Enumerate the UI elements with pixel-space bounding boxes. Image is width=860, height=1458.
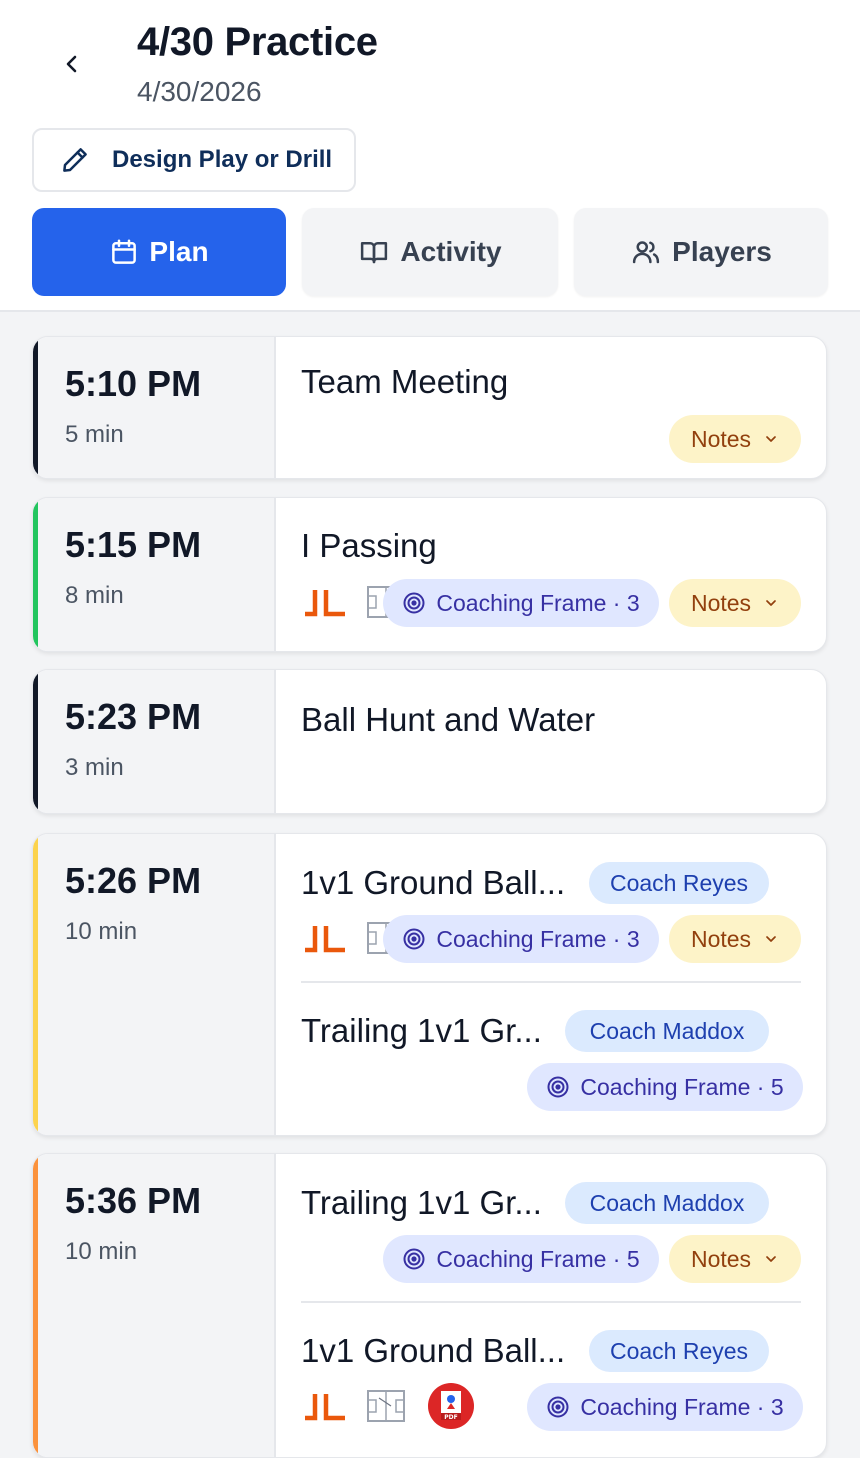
playbook-diagram-icon[interactable] <box>367 1390 405 1422</box>
activity-divider <box>301 981 801 983</box>
notes-label: Notes <box>690 425 752 452</box>
activity-title[interactable]: Team Meeting <box>301 363 508 401</box>
block-duration: 8 min <box>65 582 124 609</box>
chevron-left-icon <box>66 55 77 73</box>
coaching-frame-badge[interactable]: Coaching Frame · 5 <box>527 1063 803 1111</box>
block-time-column: 5:10 PM 5 min <box>38 337 276 478</box>
target-icon <box>547 1076 569 1098</box>
coaching-frame-badge[interactable]: Coaching Frame · 5 <box>383 1235 659 1283</box>
target-icon <box>403 928 425 950</box>
block-duration: 10 min <box>65 1238 138 1265</box>
block-start-time: 5:23 PM <box>65 696 202 737</box>
coach-badge[interactable]: Coach Maddox <box>565 1182 769 1224</box>
notes-toggle[interactable]: Notes <box>669 915 801 963</box>
schedule-block[interactable]: 5:15 PM 8 min I Passing Coaching Frame ·… <box>32 497 827 652</box>
block-start-time: 5:15 PM <box>65 524 202 565</box>
block-time-column: 5:15 PM 8 min <box>38 498 276 651</box>
page-title: 4/30 Practice <box>137 20 378 64</box>
tab-plan[interactable]: Plan <box>32 208 286 296</box>
target-icon <box>403 592 425 614</box>
block-time-column: 5:23 PM 3 min <box>38 670 276 813</box>
block-activities: 1v1 Ground Ball... Coach Reyes Coaching … <box>276 834 826 1135</box>
drill-logo-icon[interactable] <box>303 1392 347 1422</box>
block-duration: 3 min <box>65 754 124 781</box>
tab-plan-label: Plan <box>149 236 209 267</box>
svg-text:PDF: PDF <box>444 1414 457 1421</box>
coach-badge[interactable]: Coach Maddox <box>565 1010 769 1052</box>
design-play-button[interactable]: Design Play or Drill <box>32 128 356 192</box>
block-start-time: 5:10 PM <box>65 363 202 404</box>
coaching-frame-label: Coaching Frame · 5 <box>436 1245 640 1272</box>
chevron-down-icon <box>763 931 779 947</box>
coaching-frame-badge[interactable]: Coaching Frame · 3 <box>383 915 659 963</box>
chevron-down-icon <box>763 595 779 611</box>
activity-title[interactable]: Trailing 1v1 Gr... <box>301 1012 542 1050</box>
activity-title[interactable]: I Passing <box>301 527 437 565</box>
notes-label: Notes <box>690 1245 752 1272</box>
tab-activity[interactable]: Activity <box>302 208 558 296</box>
notes-toggle[interactable]: Notes <box>669 1235 801 1283</box>
activity-title[interactable]: 1v1 Ground Ball... <box>301 1332 565 1370</box>
schedule-block[interactable]: 5:23 PM 3 min Ball Hunt and Water <box>32 669 827 814</box>
pencil-icon <box>63 148 87 172</box>
coaching-frame-badge[interactable]: Coaching Frame · 3 <box>527 1383 803 1431</box>
page-date: 4/30/2026 <box>137 76 262 107</box>
activity-divider <box>301 1301 801 1303</box>
target-icon <box>403 1248 425 1270</box>
coaching-frame-label: Coaching Frame · 3 <box>580 1393 784 1420</box>
block-duration: 10 min <box>65 918 138 945</box>
chevron-down-icon <box>763 431 779 447</box>
coach-badge[interactable]: Coach Reyes <box>589 862 769 904</box>
book-icon <box>361 242 388 264</box>
block-activities: Team Meeting Notes <box>276 337 826 478</box>
activity-title[interactable]: Trailing 1v1 Gr... <box>301 1184 542 1222</box>
block-time-column: 5:36 PM 10 min <box>38 1154 276 1457</box>
coaching-frame-label: Coaching Frame · 3 <box>436 589 640 616</box>
notes-toggle[interactable]: Notes <box>669 579 801 627</box>
drill-logo-icon[interactable] <box>303 924 347 954</box>
block-activities: Trailing 1v1 Gr... Coach Maddox Coaching… <box>276 1154 826 1457</box>
coach-badge[interactable]: Coach Reyes <box>589 1330 769 1372</box>
block-time-column: 5:26 PM 10 min <box>38 834 276 1135</box>
schedule-block[interactable]: 5:10 PM 5 min Team Meeting Notes <box>32 336 827 479</box>
block-start-time: 5:26 PM <box>65 860 202 901</box>
block-activities: Ball Hunt and Water <box>276 670 826 813</box>
tab-players-label: Players <box>672 236 772 267</box>
block-start-time: 5:36 PM <box>65 1180 202 1221</box>
activity-title[interactable]: 1v1 Ground Ball... <box>301 864 565 902</box>
coaching-frame-label: Coaching Frame · 3 <box>436 925 640 952</box>
drill-logo-icon[interactable] <box>303 588 347 618</box>
users-icon <box>633 241 660 264</box>
calendar-icon <box>112 239 137 264</box>
notes-label: Notes <box>690 925 752 952</box>
notes-toggle[interactable]: Notes <box>669 415 801 463</box>
back-button[interactable] <box>52 44 92 84</box>
design-play-label: Design Play or Drill <box>112 146 333 173</box>
page-header: 4/30 Practice 4/30/2026 Design Play or D… <box>0 0 860 312</box>
notes-label: Notes <box>690 589 752 616</box>
schedule-block[interactable]: 5:26 PM 10 min 1v1 Ground Ball... Coach … <box>32 833 827 1136</box>
block-activities: I Passing Coaching Frame · 3 Notes <box>276 498 826 651</box>
block-duration: 5 min <box>65 421 124 448</box>
tab-players[interactable]: Players <box>574 208 828 296</box>
tab-activity-label: Activity <box>400 236 502 267</box>
coaching-frame-badge[interactable]: Coaching Frame · 3 <box>383 579 659 627</box>
activity-title[interactable]: Ball Hunt and Water <box>301 701 595 739</box>
coaching-frame-label: Coaching Frame · 5 <box>580 1073 784 1100</box>
pdf-icon[interactable]: PDF <box>427 1382 475 1430</box>
target-icon <box>547 1396 569 1418</box>
schedule-block[interactable]: 5:36 PM 10 min Trailing 1v1 Gr... Coach … <box>32 1153 827 1458</box>
chevron-down-icon <box>763 1251 779 1267</box>
